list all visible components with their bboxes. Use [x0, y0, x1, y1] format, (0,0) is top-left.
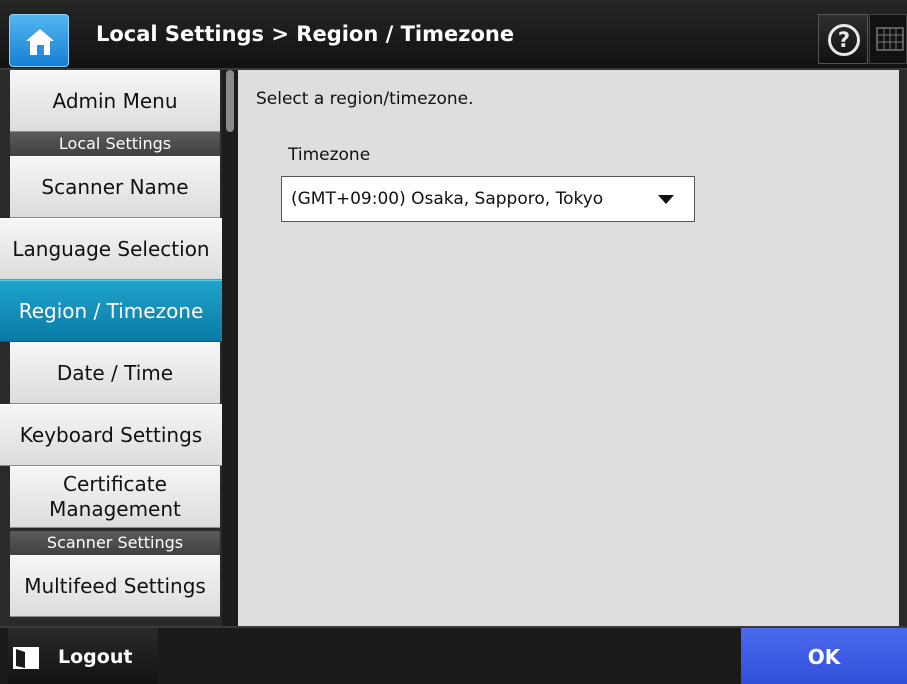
ok-button[interactable]: OK — [741, 628, 907, 684]
home-button[interactable] — [9, 14, 69, 67]
sidebar-item-label: Language Selection — [12, 236, 210, 261]
timezone-dropdown[interactable]: (GMT+09:00) Osaka, Sapporo, Tokyo — [281, 176, 695, 222]
sidebar-item-certificate-management[interactable]: Certificate Management — [10, 466, 220, 528]
content-panel: Select a region/timezone. Timezone (GMT+… — [238, 70, 899, 626]
keyboard-button[interactable] — [869, 14, 907, 64]
section-header-local-settings: Local Settings — [10, 132, 220, 156]
sidebar-item-region-timezone[interactable]: Region / Timezone — [0, 280, 222, 342]
sidebar-item-multifeed-settings[interactable]: Multifeed Settings — [10, 555, 220, 617]
sidebar-item-label: Scanner Name — [41, 174, 189, 199]
bottom-bar: Logout OK — [0, 626, 907, 684]
timezone-selected-value: (GMT+09:00) Osaka, Sapporo, Tokyo — [291, 189, 604, 209]
section-header-scanner-settings: Scanner Settings — [10, 531, 220, 555]
logout-label: Logout — [58, 646, 133, 668]
sidebar-item-label: Multifeed Settings — [24, 573, 206, 598]
logout-button[interactable]: Logout — [8, 628, 158, 684]
keyboard-icon — [876, 27, 904, 51]
sidebar-scrollbar[interactable] — [222, 70, 238, 626]
sidebar-item-label: Certificate Management — [49, 472, 181, 521]
scrollbar-thumb[interactable] — [226, 70, 234, 132]
sidebar-menu: Admin Menu Local Settings Scanner Name L… — [0, 70, 222, 626]
sidebar-item-label: Keyboard Settings — [19, 422, 203, 447]
dropdown-arrow-icon — [658, 195, 674, 204]
timezone-label: Timezone — [288, 145, 371, 165]
sidebar-item-date-time[interactable]: Date / Time — [10, 342, 220, 404]
sidebar-item-label: Admin Menu — [52, 88, 178, 113]
sidebar-item-label: Date / Time — [56, 360, 174, 385]
sidebar-item-scanner-name[interactable]: Scanner Name — [10, 156, 220, 218]
top-bar: Local Settings > Region / Timezone ? — [0, 0, 907, 70]
help-icon: ? — [828, 24, 860, 56]
page-title: Local Settings > Region / Timezone — [96, 22, 515, 46]
sidebar-item-label: Region / Timezone — [18, 298, 204, 323]
right-border — [899, 70, 907, 626]
sidebar-item-language-selection[interactable]: Language Selection — [0, 218, 222, 280]
instruction-text: Select a region/timezone. — [256, 89, 474, 109]
logout-icon — [13, 647, 39, 669]
sidebar-item-keyboard-settings[interactable]: Keyboard Settings — [0, 404, 222, 466]
help-button[interactable]: ? — [818, 14, 868, 64]
home-icon — [26, 29, 54, 55]
sidebar-item-admin-menu[interactable]: Admin Menu — [10, 70, 220, 132]
